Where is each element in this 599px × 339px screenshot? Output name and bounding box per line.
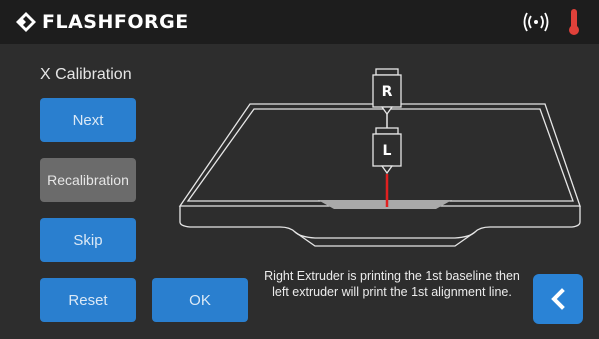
chevron-left-icon bbox=[551, 288, 565, 310]
reset-button[interactable]: Reset bbox=[40, 278, 136, 322]
ok-button[interactable]: OK bbox=[152, 278, 248, 322]
right-extruder-label: R bbox=[382, 84, 393, 100]
calibration-diagram: R L bbox=[178, 68, 581, 247]
left-extruder-label: L bbox=[383, 143, 392, 159]
skip-button[interactable]: Skip bbox=[40, 218, 136, 262]
temperature-warning-icon[interactable] bbox=[567, 8, 581, 36]
back-button[interactable] bbox=[533, 274, 583, 324]
brand-name: FLASHFORGE bbox=[42, 11, 189, 33]
top-bar: FLASHFORGE bbox=[0, 0, 599, 44]
wifi-icon[interactable] bbox=[522, 12, 550, 32]
flashforge-logo-icon bbox=[16, 12, 36, 32]
instruction-message: Right Extruder is printing the 1st basel… bbox=[264, 269, 520, 299]
next-button[interactable]: Next bbox=[40, 98, 136, 142]
printed-baseline bbox=[318, 200, 452, 209]
page-title: X Calibration bbox=[40, 66, 132, 83]
recalibration-button[interactable]: Recalibration bbox=[40, 158, 136, 202]
